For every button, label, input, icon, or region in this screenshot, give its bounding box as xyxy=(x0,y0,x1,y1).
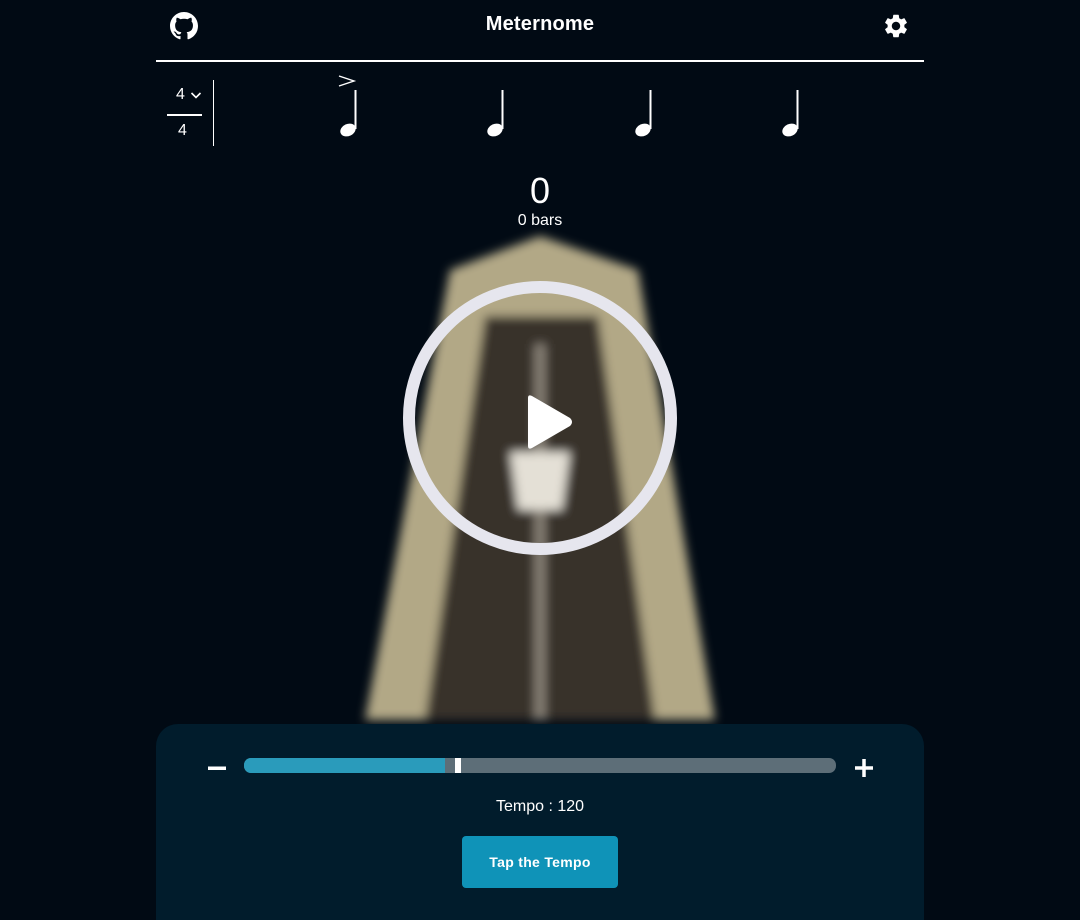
tempo-label: Tempo : 120 xyxy=(495,798,585,815)
chevron-down-icon xyxy=(190,92,201,99)
denominator: 4 xyxy=(178,122,187,139)
beat-3[interactable] xyxy=(629,72,659,142)
gear-icon[interactable] xyxy=(882,12,910,40)
fraction-line xyxy=(167,114,202,116)
numerator-select[interactable]: 4 xyxy=(176,86,202,104)
beat-2[interactable] xyxy=(481,72,511,142)
beat-4[interactable] xyxy=(776,72,806,142)
quarter-note-icon xyxy=(782,90,799,137)
beat-1-accent[interactable] xyxy=(334,72,364,142)
minus-icon[interactable] xyxy=(206,757,228,779)
tap-tempo-button[interactable]: Tap the Tempo xyxy=(462,836,618,888)
tempo-slider-fill xyxy=(244,758,445,773)
accent-icon xyxy=(338,75,357,87)
play-icon xyxy=(528,395,572,449)
quarter-note-icon xyxy=(487,90,504,137)
plus-icon[interactable] xyxy=(853,757,875,779)
quarter-note-icon xyxy=(340,90,357,137)
tempo-slider[interactable] xyxy=(244,758,836,773)
numerator: 4 xyxy=(176,86,185,103)
quarter-note-icon xyxy=(635,90,652,137)
play-button[interactable] xyxy=(403,281,677,555)
beat-counter: 0 xyxy=(529,170,551,211)
app-title: Meternome xyxy=(485,13,595,35)
tempo-slider-thumb[interactable] xyxy=(455,758,461,773)
time-signature: 4 4 xyxy=(164,80,214,146)
metronome-app: Meternome 4 4 0 0 bars Tempo: 120 Tap t… xyxy=(0,0,1080,920)
tempo-panel: Tempo : 120 Tap the Tempo xyxy=(156,724,924,920)
header: Meternome xyxy=(156,0,924,62)
